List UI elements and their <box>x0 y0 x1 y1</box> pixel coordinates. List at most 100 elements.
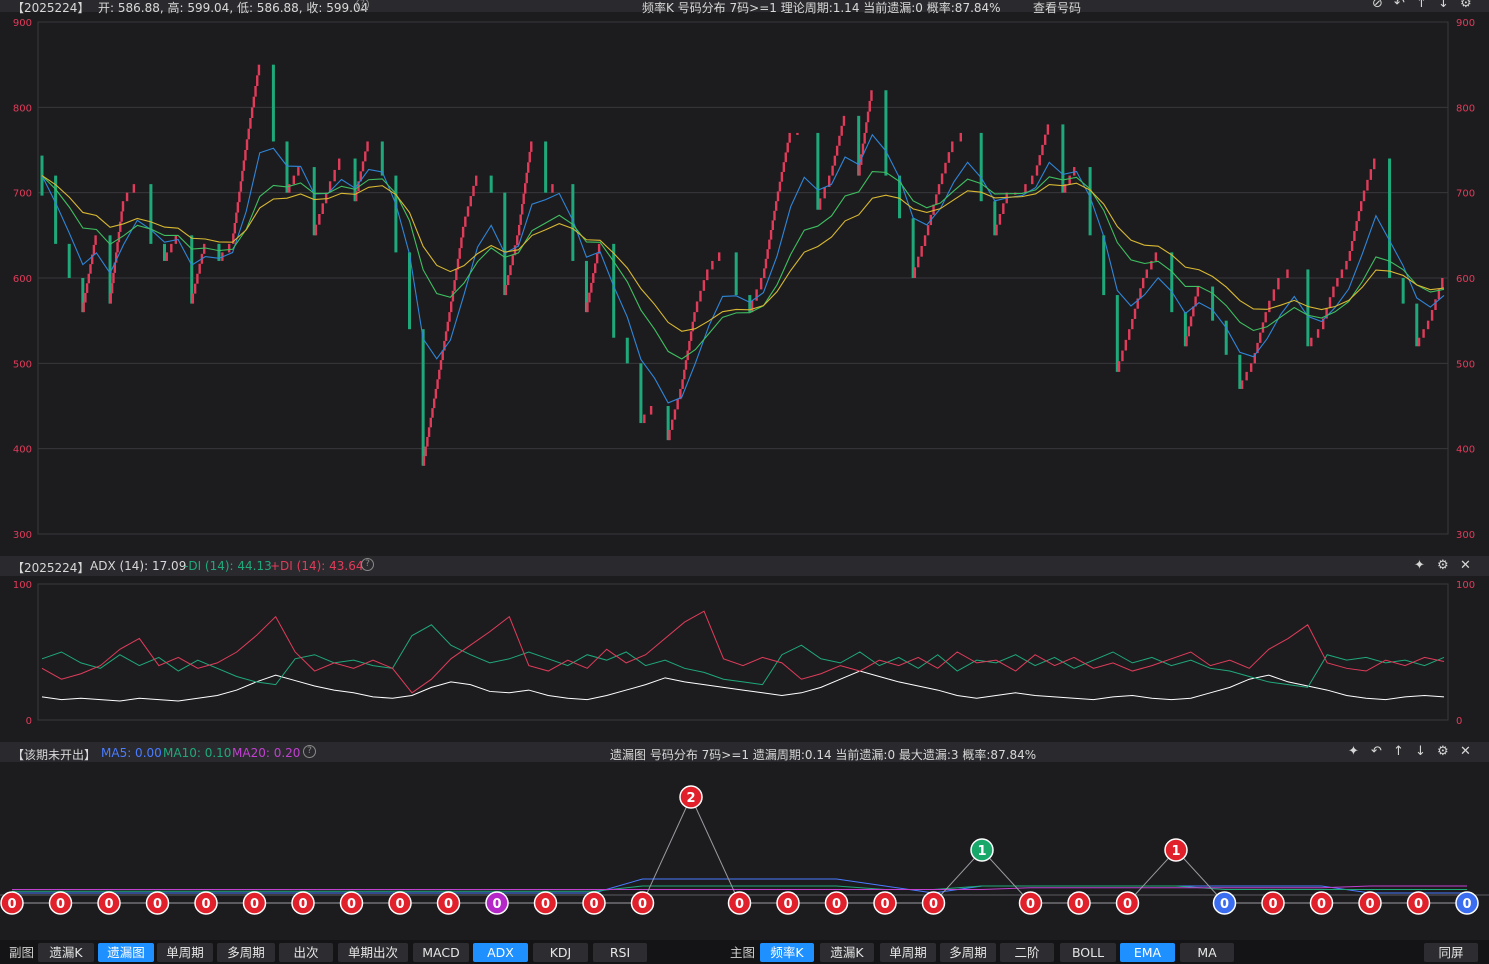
up-icon[interactable]: ↑ <box>1416 0 1427 11</box>
candle <box>119 221 122 232</box>
candle <box>132 184 136 193</box>
miss-point: 0 <box>242 891 267 915</box>
miss-chart[interactable]: 0 0 0 0 0 0 0 0 0 0 0 0 0 0 2 0 0 0 0 0 1 0 0 0 1 0 0 0 0 0 0 <box>0 762 1489 938</box>
miss-point: 0 <box>776 891 800 915</box>
adx-line <box>41 670 1445 702</box>
bottom-toolbar: 副图 遗漏K 遗漏图 单周期 多周期 出次 单期出次 MACD ADX KDJ RSI 主图 频率… <box>0 940 1489 964</box>
candle <box>755 289 758 301</box>
candle <box>85 283 89 293</box>
sub-chart-button-7[interactable]: ADX <box>473 943 528 962</box>
down-icon[interactable]: ↓ <box>1438 0 1449 11</box>
candle <box>1373 158 1376 170</box>
sub-chart-button-0[interactable]: 遗漏K <box>38 943 94 962</box>
ma20-label: MA20: 0.20 <box>232 746 301 760</box>
adx-chart[interactable]: 100 100 0 0 <box>0 576 1489 740</box>
y-tick-label-right: 500 <box>1456 359 1475 370</box>
miss-point: 0 <box>1018 891 1043 915</box>
candle <box>774 201 778 211</box>
main-chart-button-3[interactable]: 多周期 <box>940 943 996 962</box>
miss-up-icon[interactable]: ↑ <box>1393 745 1404 759</box>
candle <box>944 162 947 174</box>
candle <box>333 169 336 182</box>
miss-down-icon[interactable]: ↓ <box>1415 745 1426 759</box>
sub-chart-button-1[interactable]: 遗漏图 <box>98 943 154 962</box>
candle <box>769 230 773 240</box>
candle <box>517 224 521 236</box>
miss-point-label: 0 <box>298 897 307 912</box>
main-chart-button-1[interactable]: 遗漏K <box>820 943 874 962</box>
main-chart-button-6[interactable]: EMA <box>1120 943 1175 962</box>
sub-chart-button-3[interactable]: 多周期 <box>217 943 275 962</box>
candle <box>1211 286 1215 321</box>
sub-chart-button-8[interactable]: KDJ <box>533 943 588 962</box>
miss-point: 0 <box>824 891 849 915</box>
pin-icon[interactable]: ✦ <box>1414 559 1425 573</box>
sub-chart-button-9[interactable]: RSI <box>593 943 647 962</box>
sub-chart-button-6[interactable]: MACD <box>413 943 469 962</box>
candle <box>838 135 841 146</box>
main-chart-button-4[interactable]: 二阶 <box>1000 943 1054 962</box>
candle <box>245 139 249 150</box>
miss-point-label: 0 <box>1220 897 1229 912</box>
sub-chart-button-4[interactable]: 出次 <box>279 943 333 962</box>
candle <box>1115 295 1119 372</box>
candle <box>688 340 691 351</box>
candle <box>1196 286 1200 297</box>
candle <box>431 408 434 418</box>
split-screen-button[interactable]: 同屏 <box>1424 943 1478 962</box>
miss-pin-icon[interactable]: ✦ <box>1348 745 1359 759</box>
candle <box>586 302 589 313</box>
candle <box>937 184 941 195</box>
frequency-k-chart[interactable]: 900 900 800 800 700 700 600 600 500 500 400 400 300 3… <box>0 12 1489 552</box>
sub-chart-button-2[interactable]: 单周期 <box>157 943 213 962</box>
y-tick-label-left: 800 <box>13 103 32 114</box>
miss-back-icon[interactable]: ↶ <box>1371 745 1382 759</box>
candle <box>786 142 789 153</box>
adx-settings-icon[interactable]: ⚙ <box>1437 559 1449 573</box>
miss-point: 0 <box>630 891 655 915</box>
candle <box>472 185 475 197</box>
candle <box>241 170 244 182</box>
candle <box>612 243 616 338</box>
miss-point-label: 0 <box>1317 897 1326 912</box>
main-chart-button-5[interactable]: BOLL <box>1060 943 1116 962</box>
edit-icon[interactable]: ⊘ <box>1372 0 1383 11</box>
sub-chart-button-5[interactable]: 单期出次 <box>338 943 408 962</box>
candle <box>1245 371 1248 381</box>
miss-close-icon[interactable]: ✕ <box>1460 745 1471 759</box>
candle <box>1131 318 1134 330</box>
miss-point: 0 <box>1261 891 1285 915</box>
y-tick-label-right: 800 <box>1456 103 1475 114</box>
candle <box>254 86 257 97</box>
candle <box>422 456 426 466</box>
candle <box>1359 201 1363 212</box>
adx-close-icon[interactable]: ✕ <box>1460 559 1471 573</box>
candle <box>446 321 449 332</box>
main-chart-button-0[interactable]: 频率K <box>760 943 814 962</box>
main-chart-button-2[interactable]: 单周期 <box>880 943 936 962</box>
candle <box>1277 278 1280 290</box>
candle <box>239 181 243 192</box>
miss-point: 2 <box>679 785 703 809</box>
main-chart-button-7[interactable]: MA <box>1180 943 1234 962</box>
candle <box>436 379 439 389</box>
miss-point-label: 0 <box>589 897 598 912</box>
miss-point-label: 0 <box>880 897 889 912</box>
candle <box>509 265 512 276</box>
y-tick-label-right: 700 <box>1456 189 1475 200</box>
candle <box>198 263 201 274</box>
back-icon[interactable]: ↶ <box>1394 0 1405 11</box>
adx-y-tick-right: 0 <box>1456 716 1462 727</box>
candle <box>1238 354 1242 389</box>
candle <box>1189 316 1193 327</box>
miss-settings-icon[interactable]: ⚙ <box>1437 745 1449 759</box>
candle <box>951 141 954 153</box>
candle <box>87 273 90 284</box>
ma5-label: MA5: 0.00 <box>101 746 162 760</box>
candle <box>424 446 427 457</box>
miss-point: 0 <box>339 891 364 915</box>
candle <box>750 300 754 313</box>
candle <box>649 406 653 415</box>
settings-icon[interactable]: ⚙ <box>1460 0 1472 11</box>
candle <box>438 369 441 380</box>
